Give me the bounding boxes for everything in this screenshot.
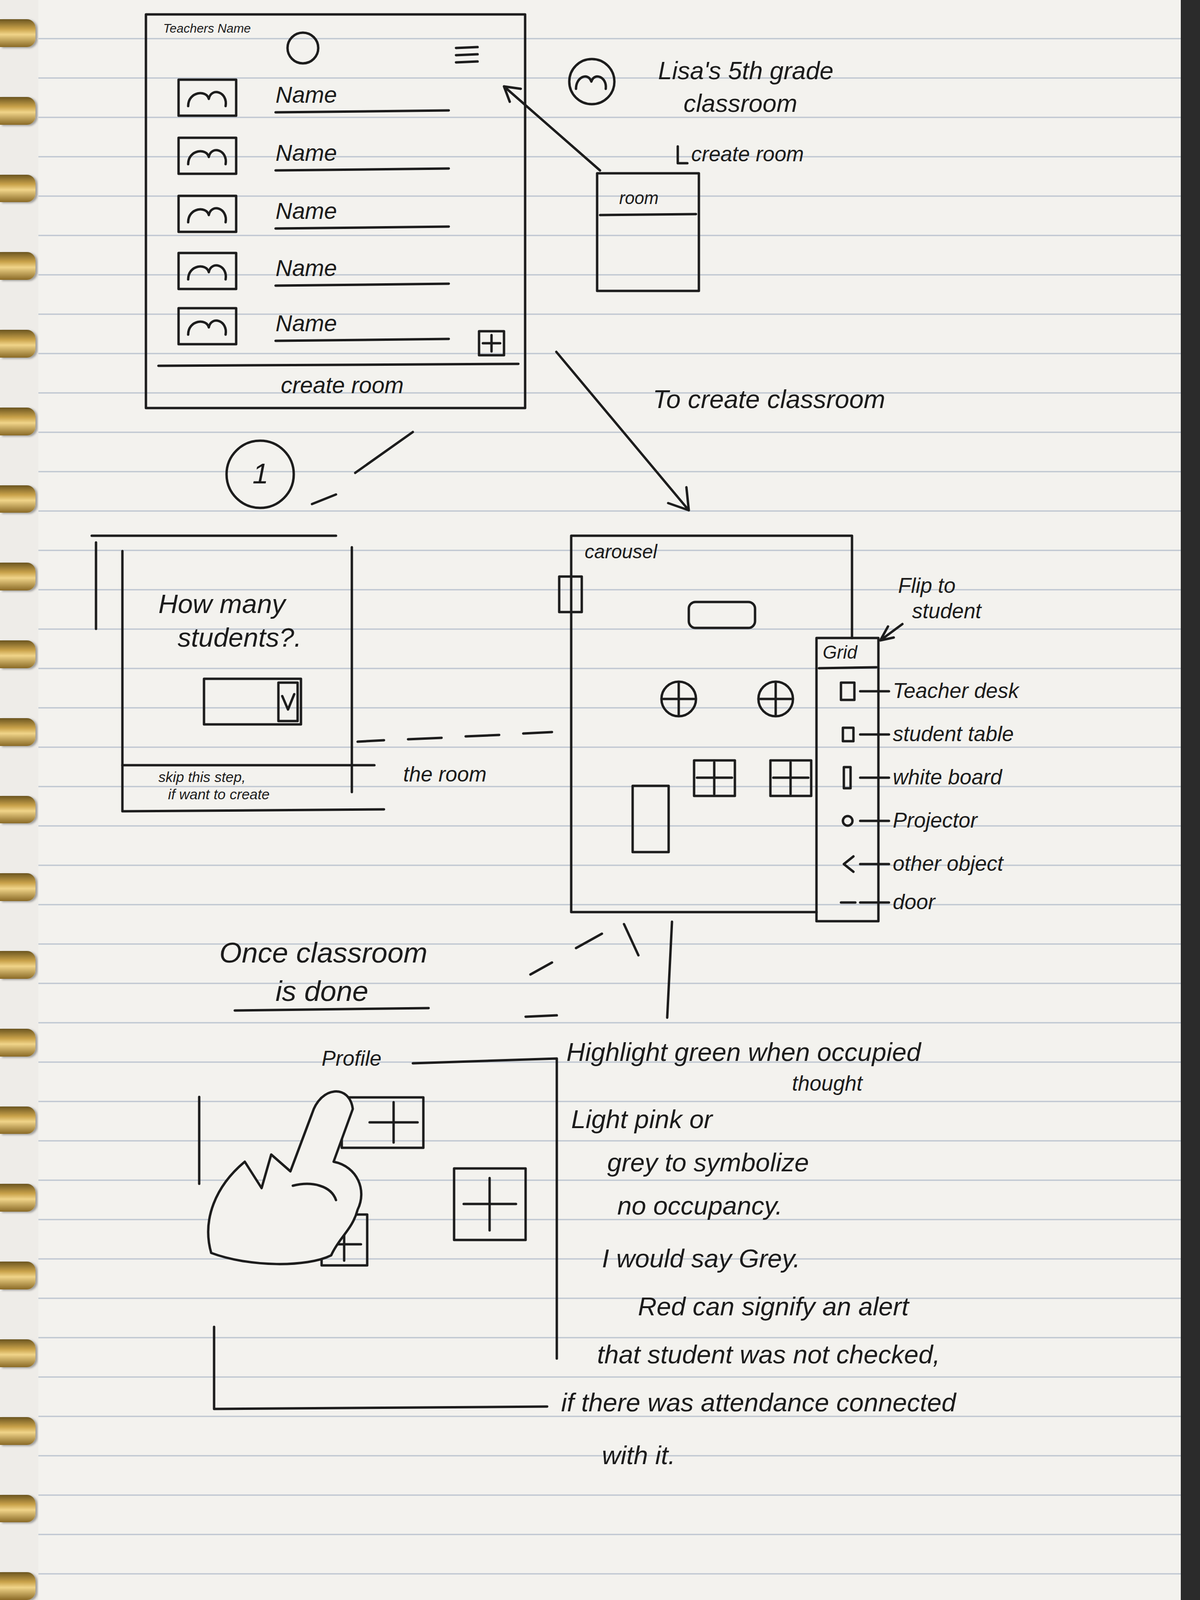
spiral-ring xyxy=(0,1106,36,1135)
step-badge xyxy=(226,440,294,508)
palette-item-label: door xyxy=(892,889,936,915)
spiral-ring xyxy=(0,19,36,48)
desk-icon xyxy=(840,682,855,700)
spiral-ring xyxy=(0,1494,36,1523)
teacher-name-label: Teachers Name xyxy=(163,21,252,36)
row-image-icon xyxy=(178,252,449,289)
palette-item-label: white board xyxy=(892,765,1002,790)
flip-note: Flip to xyxy=(898,573,956,599)
phone-frame xyxy=(145,14,526,408)
table-icon xyxy=(842,727,854,742)
spiral-binding xyxy=(0,0,39,1600)
row-image-icon xyxy=(178,195,449,232)
palette-item-label: Projector xyxy=(892,808,978,833)
spiral-ring xyxy=(0,718,36,746)
dialog-question: How many xyxy=(158,588,286,620)
flow-label: To create classroom xyxy=(652,384,886,414)
list-row-name: Name xyxy=(275,197,337,225)
spiral-ring xyxy=(0,96,36,125)
row-image-icon xyxy=(178,79,449,116)
list-row-name: Name xyxy=(275,81,337,108)
palette-item-label: Teacher desk xyxy=(892,678,1020,704)
spiral-ring xyxy=(0,329,36,358)
student-count-field xyxy=(204,678,301,725)
dropdown-icon xyxy=(282,694,295,710)
note-line: that student was not checked, xyxy=(597,1339,940,1369)
whiteboard xyxy=(632,785,669,852)
done-heading: Once classroom xyxy=(219,936,428,970)
step-badge-number: 1 xyxy=(252,456,269,491)
teacher-desk xyxy=(688,601,756,628)
skip-note: skip this step, xyxy=(158,768,246,786)
create-room-button: create room xyxy=(280,372,404,399)
row-image-icon xyxy=(178,308,449,345)
hand-icon xyxy=(208,1091,362,1265)
note-line: if there was attendance connected xyxy=(561,1387,957,1417)
notebook-page: Teachers Name Name Name Name Name Name create … xyxy=(38,0,1181,1600)
done-heading: is done xyxy=(275,974,369,1008)
spiral-ring xyxy=(0,795,36,824)
note-line: Light pink or xyxy=(571,1104,713,1134)
skip-note-continued: the room xyxy=(403,762,487,787)
note-line: Highlight green when occupied xyxy=(566,1036,922,1067)
palette-item-label: student table xyxy=(892,721,1014,747)
projector-icon xyxy=(842,816,853,826)
note-line: with it. xyxy=(601,1440,676,1470)
spiral-ring xyxy=(0,485,36,514)
round-table xyxy=(758,681,793,717)
avatar-icon xyxy=(287,32,319,64)
flip-note: student xyxy=(912,599,982,624)
note-line: no occupancy. xyxy=(617,1190,783,1221)
room-card-label: room xyxy=(619,188,659,208)
spiral-ring xyxy=(0,1339,36,1368)
hook-arrow-icon xyxy=(677,146,688,164)
create-room-note: create room xyxy=(691,142,804,167)
table-background xyxy=(1180,0,1200,1600)
note-line: I would say Grey. xyxy=(601,1243,801,1273)
spiral-ring xyxy=(0,873,36,901)
occupied-desk xyxy=(341,1097,424,1148)
palette-panel xyxy=(816,637,879,922)
room-title: classroom xyxy=(683,89,798,119)
spiral-ring xyxy=(0,252,36,280)
menu-icon xyxy=(456,47,478,63)
note-line: Red can signify an alert xyxy=(637,1291,909,1321)
student-table xyxy=(694,760,735,796)
room-canvas xyxy=(571,535,852,912)
palette-title: Grid xyxy=(822,642,858,664)
list-row-name: Name xyxy=(275,254,337,282)
carousel-label: carousel xyxy=(584,540,658,563)
spiral-ring xyxy=(0,640,36,669)
spiral-ring xyxy=(0,950,36,979)
spiral-ring xyxy=(0,1261,36,1290)
spiral-ring xyxy=(0,1183,36,1212)
spiral-ring xyxy=(0,1416,36,1445)
palette-item-label: other object xyxy=(892,851,1004,876)
dialog-question: students?. xyxy=(177,622,302,653)
room-title: Lisa's 5th grade xyxy=(658,56,834,86)
round-table xyxy=(661,681,696,717)
carousel-tab xyxy=(559,576,582,612)
spiral-ring xyxy=(0,562,36,591)
spiral-ring xyxy=(0,1028,36,1057)
list-row-name: Name xyxy=(275,139,337,167)
door-icon xyxy=(840,901,856,904)
list-row-name: Name xyxy=(275,310,337,337)
whiteboard-icon xyxy=(843,767,851,789)
row-image-icon xyxy=(178,137,449,174)
other-object-icon xyxy=(843,856,854,872)
desk xyxy=(454,1168,526,1240)
spiral-ring xyxy=(0,174,36,203)
note-line: thought xyxy=(792,1071,863,1096)
notebook-photo: Teachers Name Name Name Name Name Name create … xyxy=(0,0,1200,1600)
student-table xyxy=(770,760,812,796)
room-avatar-icon xyxy=(569,59,615,105)
skip-note: if want to create xyxy=(168,786,270,804)
spiral-ring xyxy=(0,1572,36,1600)
profile-label: Profile xyxy=(321,1046,382,1071)
spiral-ring xyxy=(0,407,36,436)
room-card xyxy=(597,173,699,291)
note-line: grey to symbolize xyxy=(607,1147,809,1177)
add-icon xyxy=(479,331,504,356)
